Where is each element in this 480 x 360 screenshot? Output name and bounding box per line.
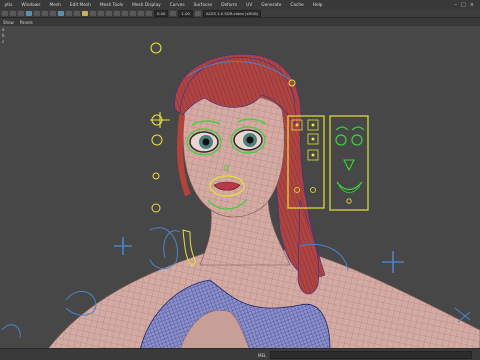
image-plane-icon[interactable] [26, 11, 32, 16]
left-eye [186, 128, 222, 156]
panel-menu-bar: Show Panels [0, 18, 480, 26]
view-transform-field[interactable]: ACES 1.0 SDR-video (sRGB) [202, 10, 262, 17]
menu-mesh[interactable]: Mesh [45, 3, 65, 8]
menu-help[interactable]: Help [308, 3, 327, 8]
face-controls-panel[interactable] [329, 115, 369, 211]
menu-deform[interactable]: Deform [217, 3, 242, 8]
xray-joints-icon[interactable] [138, 11, 144, 16]
window-controls: – □ × [455, 2, 480, 8]
menu-panels[interactable]: Panels [17, 20, 36, 25]
maya-window: ptis Windows Mesh Edit Mesh Mesh Tools M… [0, 0, 480, 360]
minimize-icon[interactable]: – [455, 2, 458, 8]
side-strip-item[interactable]: c [2, 39, 6, 44]
side-strip-item[interactable]: a [2, 27, 6, 32]
face-mesh [182, 93, 285, 218]
color-management-icon[interactable] [194, 11, 201, 16]
menu-file[interactable]: ptis [0, 3, 17, 8]
right-pole-vector-ctrl[interactable] [382, 251, 404, 273]
menu-generate[interactable]: Generate [257, 3, 286, 8]
bookmark-icon[interactable] [18, 11, 24, 16]
menu-windows[interactable]: Windows [17, 3, 45, 8]
gamma-toggle-icon[interactable] [170, 11, 177, 16]
viewport-side-strip: a b c [0, 26, 8, 66]
anti-alias-icon[interactable] [114, 11, 120, 16]
lights-icon[interactable] [82, 11, 88, 16]
viewport-3d[interactable] [0, 26, 480, 348]
panel-toolbar: 0.00 1.00 ACES 1.0 SDR-video (sRGB) [0, 10, 480, 18]
menu-uv[interactable]: UV [242, 3, 257, 8]
isolate-select-icon[interactable] [122, 11, 128, 16]
film-gate-icon[interactable] [42, 11, 48, 16]
mel-label[interactable]: MEL [258, 353, 266, 358]
right-eye [230, 126, 266, 154]
left-hand-ctrl [1, 324, 21, 339]
close-icon[interactable]: × [470, 2, 474, 8]
menu-mesh-display[interactable]: Mesh Display [128, 3, 166, 8]
lock-camera-icon[interactable] [10, 11, 16, 16]
menu-curves[interactable]: Curves [165, 3, 189, 8]
motion-blur-icon[interactable] [106, 11, 112, 16]
resolution-gate-icon[interactable] [50, 11, 56, 16]
grid-icon[interactable] [34, 11, 40, 16]
menu-show[interactable]: Show [0, 20, 17, 25]
command-input[interactable] [270, 351, 473, 359]
menu-cache[interactable]: Cache [286, 3, 308, 8]
menu-edit-mesh[interactable]: Edit Mesh [65, 3, 95, 8]
smooth-shade-icon[interactable] [66, 11, 72, 16]
menu-surfaces[interactable]: Surfaces [189, 3, 217, 8]
menu-mesh-tools[interactable]: Mesh Tools [95, 3, 127, 8]
exposure-field[interactable]: 0.00 [154, 10, 169, 17]
command-line-bar: MEL [0, 348, 480, 360]
select-camera-icon[interactable] [2, 11, 8, 16]
left-pole-vector-ctrl[interactable] [114, 237, 132, 255]
side-strip-item[interactable]: b [2, 33, 6, 38]
shadows-icon[interactable] [90, 11, 96, 16]
wireframe-icon[interactable] [58, 11, 64, 16]
ambient-occlusion-icon[interactable] [98, 11, 104, 16]
gamma-field[interactable]: 1.00 [178, 10, 193, 17]
eye-aim-ctrl[interactable] [150, 112, 170, 146]
head-ctrl-circle [150, 42, 162, 54]
xray-icon[interactable] [130, 11, 136, 16]
viewport-scene [1, 42, 480, 348]
textured-icon[interactable] [74, 11, 80, 16]
gamma-icon[interactable] [146, 11, 152, 16]
maximize-icon[interactable]: □ [461, 2, 466, 8]
